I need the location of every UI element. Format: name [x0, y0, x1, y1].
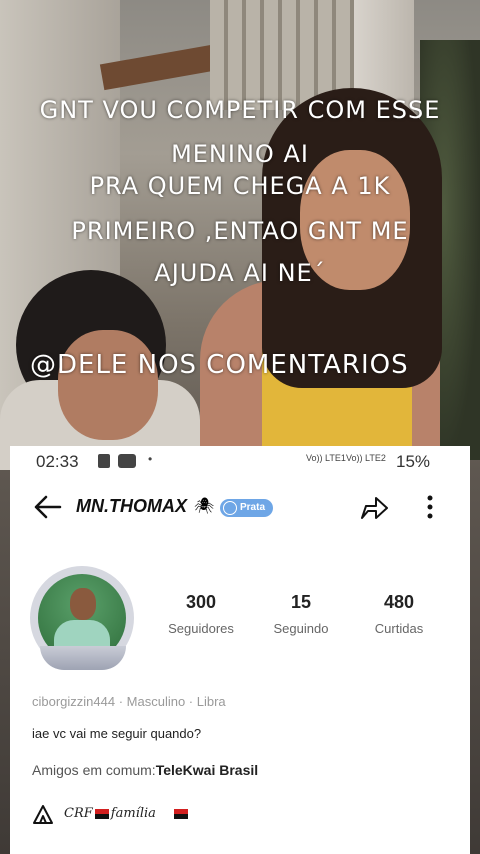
share-icon[interactable]: [356, 492, 390, 522]
profile-screenshot-card: 02:33 • Vo)) LTE1 Vo)) LTE2 15% MN.THOMA…: [10, 446, 470, 854]
family-name: CRF família: [64, 806, 190, 821]
stat-value: 480: [383, 592, 415, 612]
tent-icon: [33, 805, 53, 824]
caption-line-4: PRIMEIRO ,ENTAO GNT ME: [71, 217, 409, 245]
stat-following[interactable]: 15 Seguindo: [256, 592, 346, 636]
stat-label: Curtidas: [374, 621, 424, 636]
more-vert-icon[interactable]: [420, 492, 440, 522]
flag-icon-2: [174, 808, 189, 819]
family-row[interactable]: CRF família: [32, 804, 452, 828]
avatar-head: [70, 588, 96, 620]
status-bar: 02:33 • Vo)) LTE1 Vo)) LTE2 15%: [10, 446, 470, 476]
flag-icon: [94, 808, 109, 819]
stat-label: Seguidores: [168, 621, 234, 636]
caption-line-3: PRA QUEM CHEGA A 1K: [89, 172, 391, 200]
profile-username: MN.THOMAX: [76, 496, 187, 516]
caption-line-5: AJUDA AI NE´: [154, 259, 326, 287]
badge-label: Prata: [240, 502, 266, 513]
mutual-friends[interactable]: Amigos em comum:TeleKwai Brasil: [32, 762, 258, 778]
profile-bio: iae vc vai me seguir quando?: [32, 726, 202, 741]
stat-followers[interactable]: 300 Seguidores: [156, 592, 246, 636]
back-arrow-icon[interactable]: [30, 492, 64, 522]
stat-likes[interactable]: 480 Curtidas: [354, 592, 444, 636]
status-time: 02:33: [36, 452, 79, 471]
stat-value: 15: [290, 592, 312, 612]
youtube-icon: [118, 454, 136, 468]
caption-line-6: @DELE NOS COMENTARIOS: [30, 350, 409, 380]
family-text-b: família: [110, 806, 156, 821]
signal-lte2: Vo)) LTE2: [346, 453, 386, 463]
sim-icon: [98, 454, 110, 468]
mutual-friends-label: Amigos em comum:: [32, 762, 156, 778]
mutual-friends-value: TeleKwai Brasil: [155, 762, 259, 778]
family-text-a: CRF: [64, 806, 93, 821]
spider-icon: 🕷: [194, 498, 215, 515]
dot-icon: •: [148, 452, 153, 466]
battery-level: 15%: [396, 452, 431, 471]
stat-label: Seguindo: [273, 621, 329, 636]
caption-line-1: GNT VOU COMPETIR COM ESSE: [39, 96, 441, 124]
badge-icon: [223, 501, 237, 515]
person-left-face: [58, 330, 158, 440]
signal-lte1: Vo)) LTE1: [306, 453, 346, 463]
level-badge[interactable]: Prata: [220, 499, 274, 517]
profile-meta: ciborgizzin444 · Masculino · Libra: [32, 694, 226, 709]
caption-line-2: MENINO AI: [171, 140, 309, 168]
avatar-frame-base: [40, 646, 126, 670]
stat-value: 300: [185, 592, 217, 612]
profile-top-bar: MN.THOMAX 🕷 Prata: [10, 488, 470, 528]
